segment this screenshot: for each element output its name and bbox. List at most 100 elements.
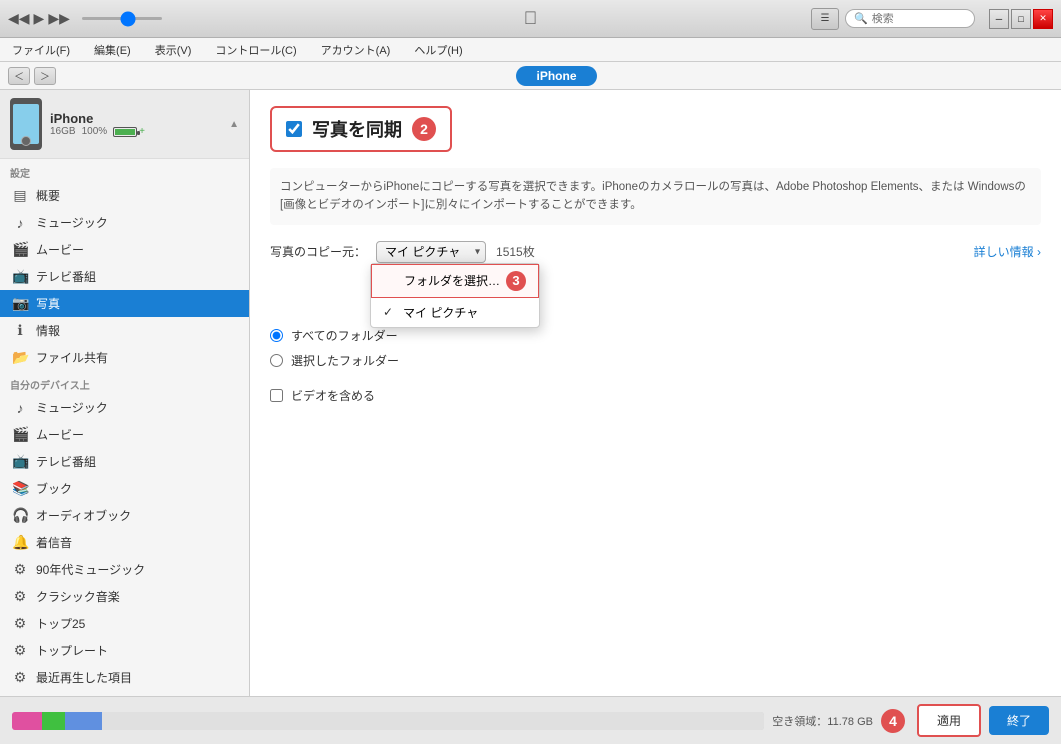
sidebar-item-music[interactable]: ♪ ミュージック [0,209,249,236]
copy-source-row: 写真のコピー元： マイ ピクチャ 1515枚 詳しい情報 › フォルダを選択… … [270,241,1041,263]
sidebar-item-90s[interactable]: ⚙ 90年代ミュージック [0,556,249,583]
folder-check-icon [384,274,398,288]
device-tab[interactable]: iPhone [516,66,596,86]
sidebar-item-classic[interactable]: ⚙ クラシック音楽 [0,583,249,610]
sidebar-item-mymusic[interactable]: ♪ ミュージック [0,394,249,421]
fastforward-button[interactable]: ▶▶ [48,10,70,27]
minimize-button[interactable]: ─ [989,9,1009,29]
close-button[interactable]: ✕ [1033,9,1053,29]
sidebar-item-tv[interactable]: 📺 テレビ番組 [0,263,249,290]
menu-bar: ファイル(F) 編集(E) 表示(V) コントロール(C) アカウント(A) ヘ… [0,38,1061,62]
sync-title: 写真を同期 [312,116,402,142]
audiobooks-icon: 🎧 [12,507,28,524]
sidebar-item-mymovies[interactable]: 🎬 ムービー [0,421,249,448]
done-button[interactable]: 終了 [989,706,1049,735]
mymusic-icon: ♪ [12,400,28,416]
mypictures-check-icon: ✓ [383,305,397,319]
fileshare-icon: 📂 [12,349,28,366]
music-icon: ♪ [12,215,28,231]
transport-controls: ◀◀ ▶ ▶▶ [8,10,162,27]
video-checkbox[interactable] [270,389,283,402]
movies-icon: 🎬 [12,241,28,258]
sidebar-item-photos[interactable]: 📷 写真 [0,290,249,317]
storage-music [42,712,65,730]
volume-slider[interactable] [82,17,162,20]
radio-all-label: すべてのフォルダー [291,327,398,344]
sidebar-item-info[interactable]: ℹ 情報 [0,317,249,344]
device-storage: 16GB 100% + [50,126,229,137]
copy-source-label: 写真のコピー元： [270,243,366,260]
radio-selected-label: 選択したフォルダー [291,352,399,369]
mydevices-section-label: 自分のデバイス上 [0,371,249,394]
radio-selected-input[interactable] [270,354,283,367]
90s-icon: ⚙ [12,561,28,578]
sidebar-item-audiobooks[interactable]: 🎧 オーディオブック [0,502,249,529]
description-text: コンピューターからiPhoneにコピーする写真を選択できます。iPhoneのカメ… [270,168,1041,225]
menu-file[interactable]: ファイル(F) [8,40,74,60]
classic-icon: ⚙ [12,588,28,605]
apple-logo-icon:  [524,8,538,29]
copy-source-select-wrapper[interactable]: マイ ピクチャ [376,241,486,263]
menu-account[interactable]: アカウント(A) [317,40,395,60]
collapse-button[interactable]: ▲ [229,119,239,130]
detail-link[interactable]: 詳しい情報 › [974,243,1041,260]
forward-button[interactable]: ＞ [34,67,56,85]
ringtones-icon: 🔔 [12,534,28,551]
storage-bar [12,712,764,730]
sync-header: 写真を同期 2 [270,106,452,152]
play-button[interactable]: ▶ [34,10,45,27]
sidebar-item-ringtones[interactable]: 🔔 着信音 [0,529,249,556]
sidebar-item-recentplay[interactable]: ⚙ 最近再生した項目 [0,664,249,691]
copy-source-select[interactable]: マイ ピクチャ [376,241,486,263]
menu-edit[interactable]: 編集(E) [90,40,135,60]
sidebar: iPhone 16GB 100% + ▲ 設定 ▤ 概要 ♪ ミュージック [0,90,250,696]
device-icon [10,98,42,150]
video-label: ビデオを含める [291,387,375,404]
device-header: iPhone 16GB 100% + ▲ [0,90,249,159]
top25-icon: ⚙ [12,615,28,632]
sidebar-item-movies[interactable]: 🎬 ムービー [0,236,249,263]
dropdown-menu: フォルダを選択… 3 ✓ マイ ピクチャ [370,263,540,328]
maximize-button[interactable]: □ [1011,9,1031,29]
nav-bar: ＜ ＞ iPhone [0,62,1061,90]
back-button[interactable]: ＜ [8,67,30,85]
search-box[interactable]: 🔍 [845,9,975,28]
free-space-label: 空き領域：11.78 GB [772,713,873,729]
sidebar-item-top25[interactable]: ⚙ トップ25 [0,610,249,637]
mymovies-icon: 🎬 [12,426,28,443]
sidebar-item-toprated[interactable]: ⚙ トップレート [0,637,249,664]
toprated-icon: ⚙ [12,642,28,659]
photo-count: 1515枚 [496,243,535,260]
menu-control[interactable]: コントロール(C) [211,40,300,60]
battery-indicator: + [113,126,145,137]
sidebar-item-fileshare[interactable]: 📂 ファイル共有 [0,344,249,371]
radio-all-input[interactable] [270,329,283,342]
sidebar-item-mytv[interactable]: 📺 テレビ番組 [0,448,249,475]
search-icon: 🔍 [854,12,868,25]
list-view-button[interactable]: ☰ [811,8,839,30]
settings-section-label: 設定 [0,159,249,182]
search-area: ☰ 🔍 ─ □ ✕ [811,8,1053,30]
tv-icon: 📺 [12,268,28,285]
sidebar-item-overview[interactable]: ▤ 概要 [0,182,249,209]
dropdown-item-mypictures[interactable]: ✓ マイ ピクチャ [371,298,539,327]
rewind-button[interactable]: ◀◀ [8,10,30,27]
recentplay-icon: ⚙ [12,669,28,686]
mytv-icon: 📺 [12,453,28,470]
info-icon: ℹ [12,322,28,339]
menu-view[interactable]: 表示(V) [151,40,196,60]
step-badge-3: 3 [506,271,526,291]
overview-icon: ▤ [12,187,28,204]
storage-other [65,712,103,730]
search-input[interactable] [872,13,966,25]
dropdown-item-folder[interactable]: フォルダを選択… 3 [371,264,539,298]
radio-group: すべてのフォルダー 選択したフォルダー [270,323,1041,373]
radio-selected-folders[interactable]: 選択したフォルダー [270,348,1041,373]
menu-help[interactable]: ヘルプ(H) [410,40,466,60]
books-icon: 📚 [12,480,28,497]
sync-checkbox[interactable] [286,121,302,137]
step-badge-4: 4 [881,709,905,733]
apply-button[interactable]: 適用 [917,704,981,737]
sidebar-item-books[interactable]: 📚 ブック [0,475,249,502]
video-option[interactable]: ビデオを含める [270,383,1041,408]
